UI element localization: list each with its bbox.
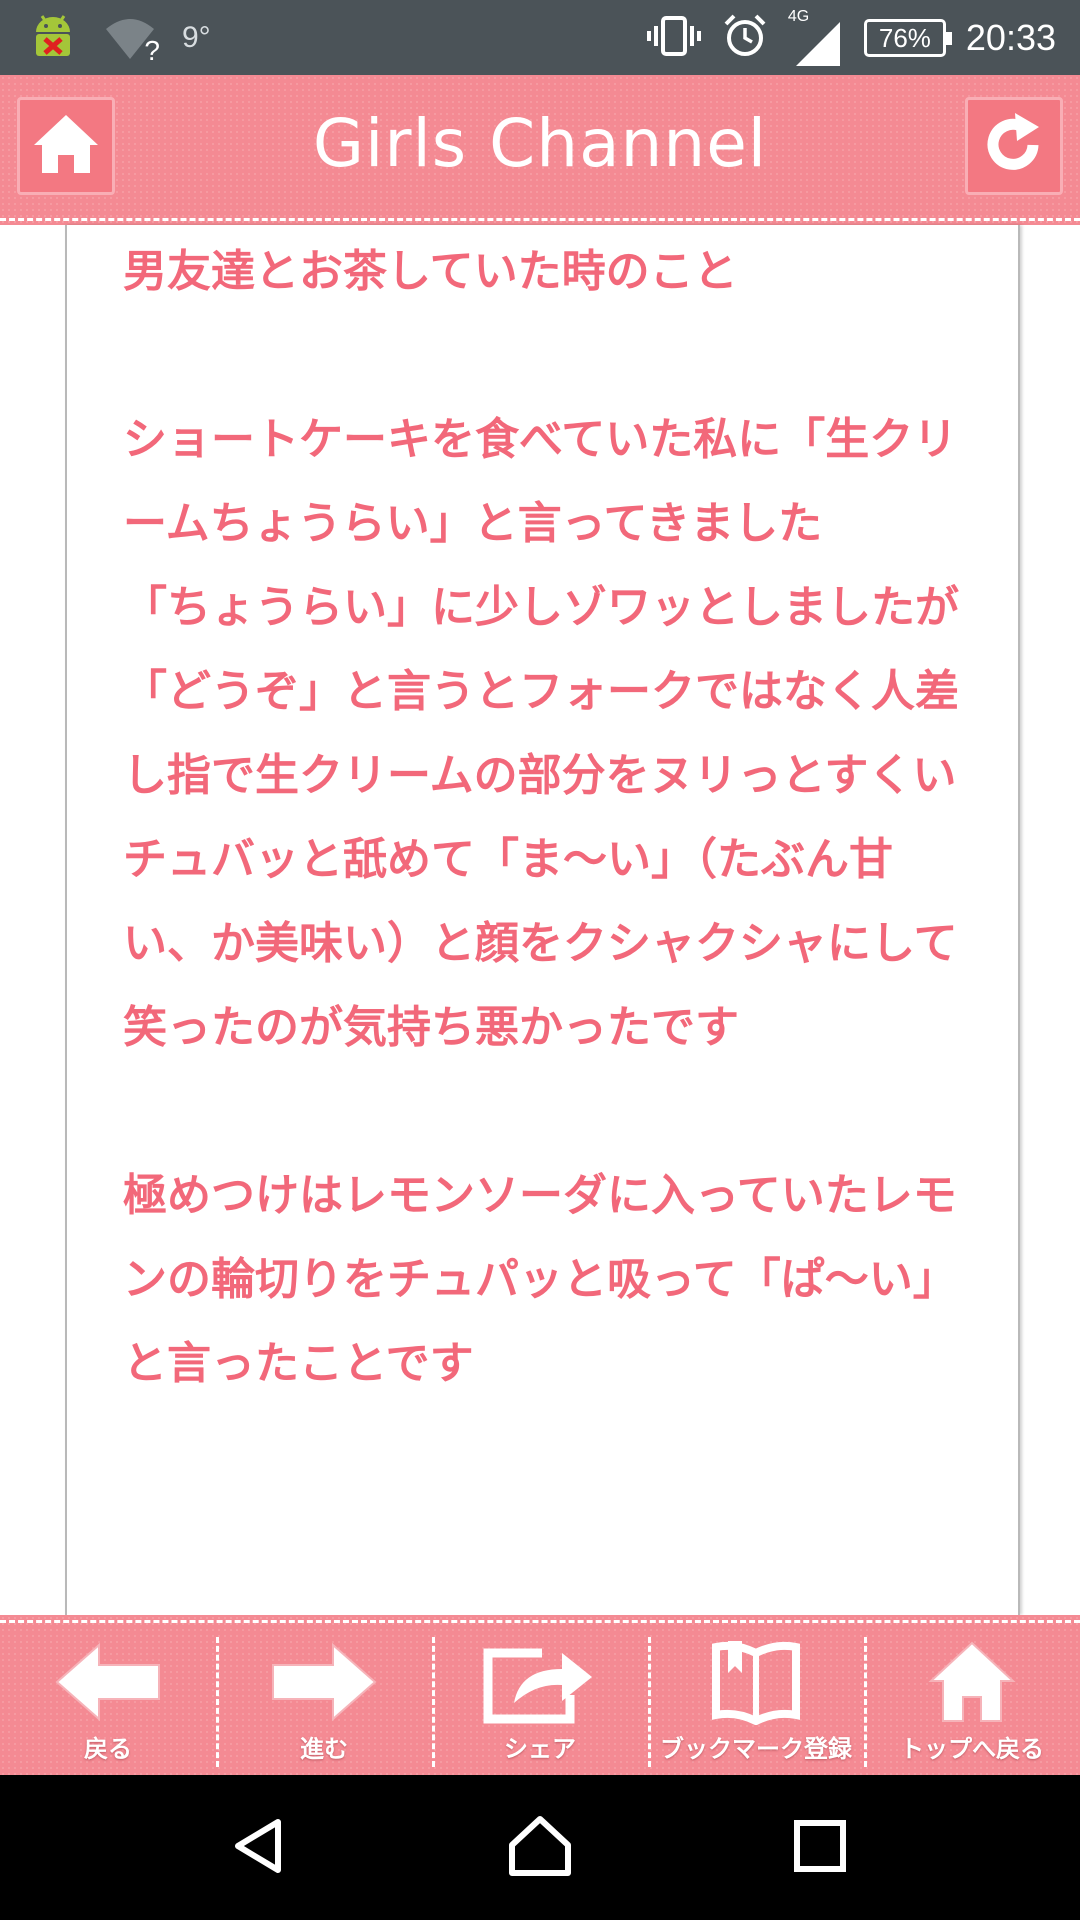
toolbar-forward-button[interactable]: 進む (216, 1615, 432, 1775)
bottom-toolbar: 戻る 進む シェア ブックマーク登録 トップへ戻る (0, 1615, 1080, 1775)
status-right-icons: 4G 76% 20:33 (646, 0, 1056, 75)
alarm-clock-icon (722, 13, 768, 63)
header-home-button[interactable] (17, 97, 115, 195)
weather-temperature: 9° (182, 21, 211, 54)
share-icon (480, 1637, 600, 1727)
nav-back-button[interactable] (215, 1803, 305, 1893)
clock-time: 20:33 (965, 16, 1056, 58)
home-icon (912, 1637, 1032, 1727)
battery-indicator: 76% (863, 18, 952, 57)
wifi-question-mark: ? (144, 35, 160, 66)
toolbar-bookmark-label: ブックマーク登録 (660, 1735, 852, 1763)
arrow-right-icon (264, 1637, 384, 1727)
back-triangle-icon (230, 1816, 290, 1880)
wifi-unknown-icon: ? (104, 15, 160, 66)
status-bar: ? 9° 4G 76% 20:33 (0, 0, 1080, 75)
toolbar-bookmark-button[interactable]: ブックマーク登録 (648, 1615, 864, 1775)
toolbar-share-button[interactable]: シェア (432, 1615, 648, 1775)
status-left-icons: ? 9° (28, 10, 211, 66)
toolbar-back-button[interactable]: 戻る (0, 1615, 216, 1775)
toolbar-share-label: シェア (504, 1735, 576, 1763)
app-title: Girls Channel (312, 105, 768, 182)
toolbar-top-button[interactable]: トップへ戻る (864, 1615, 1080, 1775)
comment-card: 男友達とお茶していた時のこと ショートケーキを食べていた私に「生クリームちょうら… (65, 225, 1020, 1615)
android-debug-icon (28, 10, 78, 66)
header-reload-button[interactable] (965, 97, 1063, 195)
nav-home-button[interactable] (495, 1803, 585, 1893)
vibrate-icon (646, 14, 702, 62)
reload-icon (981, 111, 1047, 181)
toolbar-top-label: トップへ戻る (900, 1735, 1044, 1763)
home-outline-icon (508, 1815, 572, 1881)
home-icon (30, 111, 102, 181)
toolbar-forward-label: 進む (300, 1735, 348, 1763)
nav-recents-button[interactable] (775, 1803, 865, 1893)
bookmark-book-icon (696, 1637, 816, 1727)
recents-square-icon (793, 1819, 847, 1877)
app-header: Girls Channel (0, 75, 1080, 225)
comment-body-text: 男友達とお茶していた時のこと ショートケーキを食べていた私に「生クリームちょうら… (123, 246, 959, 1389)
cell-signal-icon: 4G (788, 0, 844, 75)
arrow-left-icon (48, 1637, 168, 1727)
toolbar-back-label: 戻る (84, 1735, 132, 1763)
system-navigation-bar (0, 1775, 1080, 1920)
